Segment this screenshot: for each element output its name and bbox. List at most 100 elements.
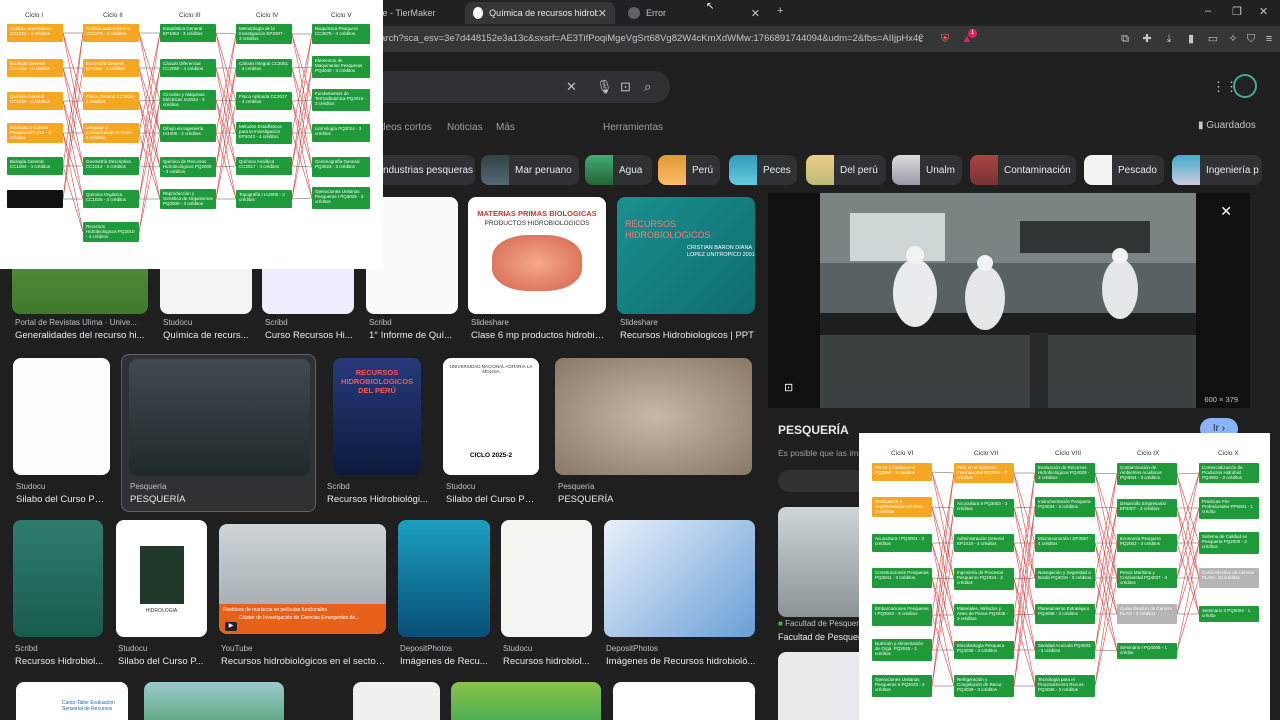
course-node[interactable]: Planeamiento Estratégico PQ4008 - 3 créd… — [1035, 604, 1095, 624]
course-node[interactable]: Métodos Estadísticos para la Investigaci… — [236, 122, 292, 144]
mic-icon[interactable]: 🎙 — [596, 79, 613, 95]
minimize-icon[interactable]: – — [1205, 5, 1211, 17]
nav-more[interactable]: Más — [496, 122, 515, 133]
course-node[interactable]: Bioquímica Pesquera CC3078 - 4 créditos — [312, 24, 370, 44]
course-node[interactable]: Topografía I IA2006 - 3 créditos — [236, 190, 292, 208]
search-icon[interactable]: ⌕ — [644, 79, 651, 95]
nav-short-videos[interactable]: deos cortos — [380, 122, 432, 133]
course-node[interactable]: Economía Pesquera PQ2003 - 3 créditos — [1117, 534, 1177, 552]
chip-ingenieria[interactable]: Ingeniería p — [1172, 155, 1262, 185]
course-node[interactable]: Instrumentación Pesquera PQ4034 - 3 créd… — [1035, 497, 1095, 517]
course-node[interactable]: Circuitos y Máquinas Eléctricas IA2034 -… — [160, 90, 216, 110]
tab-error[interactable]: Error ✕ — [620, 2, 768, 24]
course-node[interactable]: Microbiología Pesquera PQ4036 - 3 crédit… — [954, 641, 1014, 659]
saved-link[interactable]: ▮ Guardados — [1198, 120, 1256, 131]
course-node[interactable]: Construcciones Pesqueras PQ3041 - 3 créd… — [872, 568, 932, 588]
new-tab-icon[interactable]: + — [777, 5, 783, 17]
result-card-selected[interactable]: Pesquería PESQUERÍA — [121, 354, 316, 512]
chip-contaminacion[interactable]: Contaminación — [970, 155, 1076, 185]
result-card[interactable] — [353, 682, 440, 720]
avatar[interactable] — [1233, 74, 1257, 98]
result-card[interactable]: Studocu Recursos hidrobiol... — [501, 520, 592, 670]
result-card[interactable]: MATERIAS PRIMAS BIOLOGICAS PRODUCTOS HID… — [468, 197, 606, 347]
course-node[interactable]: Seminario I PQ4006 - 1 crédito — [1117, 643, 1177, 659]
clear-icon[interactable]: ✕ — [566, 79, 577, 95]
course-node[interactable]: Ecología General CC1024 - 3 créditos — [7, 59, 63, 77]
course-node[interactable]: Análisis Matemático II CC1073 - 3 crédit… — [83, 24, 139, 42]
menu-icon[interactable]: ≡ — [1262, 32, 1276, 46]
course-node[interactable]: Acuicultura II PQ3003 - 3 créditos — [954, 499, 1014, 517]
result-card[interactable]: RECURSOS HIDROBIOLOGICOS CRISTIAN BARON … — [617, 197, 755, 347]
url-bar[interactable]: arch?sca_esv=3e7d448152e3a13c&sxsrf=AE3T… — [380, 30, 920, 48]
course-node[interactable]: Economía General EP1056 - 3 créditos — [83, 59, 139, 77]
wallet-icon[interactable]: ▭ — [1206, 32, 1220, 46]
result-card[interactable]: RECURSOS HIDROBIOLOGICOS DEL PERÚ Scribd… — [327, 358, 428, 508]
course-node[interactable]: Sanidad Acuícola PQ4033 - 3 créditos — [1035, 641, 1095, 659]
related-image-2[interactable] — [778, 652, 860, 720]
play-icon[interactable]: ▶ — [225, 622, 237, 631]
chip-del-peru[interactable]: Del perú — [806, 155, 886, 185]
course-node[interactable]: Refrigeración y Congelación de Recur. PQ… — [954, 675, 1014, 697]
course-node[interactable]: Materiales, Métodos y Artes de Pesca PQ4… — [954, 604, 1014, 626]
nav-news[interactable]: Noticias — [447, 122, 483, 133]
course-node[interactable]: Química Orgánica CC1026 - 4 créditos — [83, 190, 139, 208]
course-node[interactable]: Comercialización de Productos Hidrobiol.… — [1199, 463, 1259, 483]
course-node[interactable]: Microeconomía I EP3067 - 4 créditos — [1035, 534, 1095, 552]
course-node[interactable]: Tecnología para el Procesamiento Recurs.… — [1035, 675, 1095, 697]
course-node[interactable]: Administración General EP1019 - 4 crédit… — [954, 534, 1014, 552]
course-node[interactable]: Prácticas Pre-Profesionales PP5001 - 1 c… — [1199, 497, 1259, 519]
course-node[interactable]: Lenguaje y Comunicación EP1001 - 3 crédi… — [83, 123, 139, 143]
course-node[interactable]: Evaluación de Recursos Hidrobiológicos P… — [1035, 463, 1095, 483]
result-card[interactable]: DepositPhotos Imágenes de Recu... — [398, 520, 490, 670]
course-node[interactable]: Sistema de Calidad en Pesquería PQ2000 -… — [1199, 532, 1259, 554]
course-node[interactable]: Cálculo Diferencial CC2050 - 4 créditos — [160, 59, 216, 77]
course-node[interactable]: Seminario II PQ5004 - 1 crédito — [1199, 606, 1259, 622]
course-node[interactable]: Análisis Matemático I CC1022 - 3 crédito… — [7, 24, 63, 42]
course-node[interactable]: Química General CC1020 - 3 créditos — [7, 92, 63, 110]
course-node[interactable]: Biología General CC1004 - 4 créditos — [7, 157, 63, 175]
chip-mar-peruano[interactable]: Mar peruano — [481, 155, 579, 185]
result-card[interactable]: Scribd Recursos Hidrobiol... — [13, 520, 103, 670]
preview-image[interactable] — [820, 193, 1196, 408]
course-node[interactable]: Geometría Descriptiva CC1014 - 3 crédito… — [83, 157, 139, 175]
window-close-icon[interactable]: ✕ — [1259, 5, 1268, 18]
share-icon[interactable]: ⇪ — [914, 32, 928, 46]
course-node[interactable]: Embarcaciones Pesqueras I PQ3043 - 3 cré… — [872, 604, 932, 626]
course-node[interactable]: Metodología de la Investigación EP2007 -… — [236, 24, 292, 44]
visit-pill[interactable] — [778, 470, 860, 492]
course-node[interactable]: Operaciones Unitarias Pesqueras I PQ3028… — [312, 187, 370, 209]
course-node[interactable]: Nutrición y Alimentación de Orga. PQ3045… — [872, 639, 932, 661]
result-card[interactable] — [144, 682, 284, 720]
course-node-elective[interactable]: Curso Electivo de Carrera PLAN - 3 crédi… — [1117, 604, 1177, 624]
course-node[interactable]: Estadística General EP1053 - 3 créditos — [160, 24, 216, 42]
course-node[interactable]: Física General CC1026 - 3 créditos — [83, 92, 139, 110]
course-node-elective[interactable]: Curso Electivo de Carrera PLAN - 10 créd… — [1199, 568, 1259, 588]
result-card[interactable]: UNIVERSIDAD NACIONAL AGRARIA LA MOLINA C… — [443, 358, 541, 508]
course-node[interactable]: Sociedad y Cultura Peruana EP1014 - 3 cr… — [7, 123, 63, 143]
brave-shield-icon[interactable]: ⛨ — [938, 32, 952, 46]
preview-title[interactable]: PESQUERÍA — [778, 423, 849, 437]
course-node[interactable]: Navegación y Seguridad a Bordo PQ4019 - … — [1035, 568, 1095, 588]
close-icon[interactable]: ✕ — [598, 7, 607, 20]
course-node[interactable]: Pesca Marítima y Continental PQ4037 - 3 … — [1117, 568, 1177, 588]
course-node[interactable]: Operaciones Unitarias Pesqueras II PQ303… — [872, 675, 932, 697]
course-node[interactable]: Desarrollo Empresarial EP4007 - 3 crédit… — [1117, 499, 1177, 517]
lens-icon[interactable]: ⊡ — [620, 79, 631, 95]
download-icon[interactable]: ⤓ — [1162, 32, 1176, 46]
result-card[interactable]: Residuos de mariscos en películas funcio… — [219, 524, 386, 670]
related-image[interactable] — [778, 507, 860, 617]
course-node[interactable]: Cálculo Integral CC2051 - 4 créditos — [236, 59, 292, 77]
sidebar-icon[interactable]: ▮ — [1184, 32, 1198, 46]
result-card[interactable]: DepositPhotos Imágenes de Recursos hidro… — [604, 520, 755, 670]
tab-quimica[interactable]: Química de recursos hidrobiológ ✕ — [465, 2, 615, 24]
lens-search-icon[interactable]: ⊡ — [784, 381, 793, 394]
course-node[interactable]: Química Analítica CC2017 - 4 créditos — [236, 157, 292, 175]
course-node[interactable]: Perú en el Contexto Internacional EC3290… — [954, 463, 1014, 483]
course-node[interactable]: Dibujo en Ingeniería IA1006 - 2 créditos — [160, 124, 216, 142]
course-node[interactable]: Ingeniería de Procesos Pesqueros PQ4034 … — [954, 568, 1014, 590]
course-node[interactable]: Fundamentos de Termodinámica PQ3010 - 3 … — [312, 89, 370, 111]
course-node[interactable]: Elementos de Maquinarias Pesqueras PQ304… — [312, 56, 370, 78]
course-node[interactable]: Limnología PQ3014 - 3 créditos — [312, 124, 370, 142]
chip-peru[interactable]: Perú — [658, 155, 720, 185]
chip-agua[interactable]: Agua — [585, 155, 652, 185]
